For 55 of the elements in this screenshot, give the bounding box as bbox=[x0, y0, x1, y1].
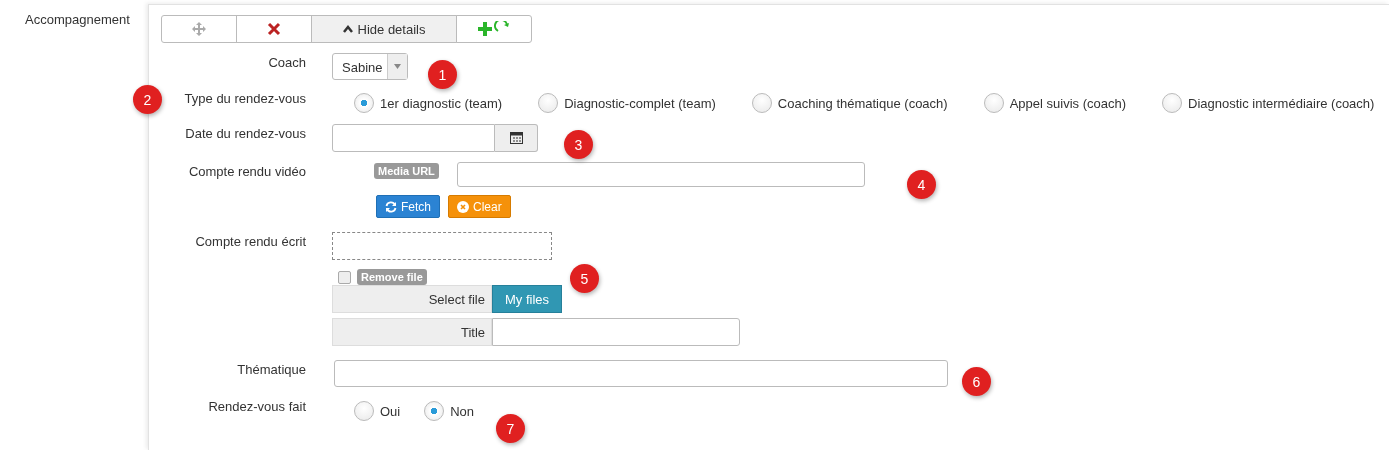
field-label: Date du rendez-vous bbox=[184, 125, 306, 143]
close-icon bbox=[267, 22, 281, 36]
file-drop-area[interactable] bbox=[332, 232, 552, 260]
delete-button[interactable] bbox=[236, 15, 312, 43]
field-label: Compte rendu écrit bbox=[194, 233, 306, 251]
radio-label: Appel suivis (coach) bbox=[1009, 95, 1126, 111]
field-label: Rendez-vous fait bbox=[207, 398, 306, 416]
step-marker: 6 bbox=[962, 367, 991, 396]
field-label: Type du rendez-vous bbox=[183, 90, 306, 108]
radio-button[interactable] bbox=[751, 93, 772, 113]
chevron-up-icon bbox=[342, 25, 353, 33]
media-url-tag: Media URL bbox=[374, 163, 439, 179]
field-label: Thématique bbox=[236, 361, 306, 379]
radio-button[interactable] bbox=[354, 93, 374, 113]
radio-button[interactable] bbox=[354, 401, 374, 421]
step-marker: 5 bbox=[570, 264, 599, 293]
remove-file-checkbox[interactable] bbox=[338, 270, 351, 284]
step-marker: 2 bbox=[133, 85, 162, 114]
move-icon bbox=[192, 22, 206, 36]
add-redo-icon bbox=[478, 21, 510, 37]
title-label: Title bbox=[332, 318, 492, 346]
radio-label: 1er diagnostic (team) bbox=[380, 95, 503, 111]
thematique-input[interactable] bbox=[334, 360, 948, 387]
radio-label: Coaching thématique (coach) bbox=[777, 95, 948, 111]
field-label: Coach bbox=[267, 54, 306, 72]
media-url-input[interactable] bbox=[456, 162, 865, 187]
step-marker: 7 bbox=[496, 414, 525, 443]
hide-details-button[interactable]: Hide details bbox=[311, 15, 457, 43]
step-marker: 4 bbox=[907, 170, 936, 199]
caret-icon bbox=[394, 64, 401, 69]
radio-label: Non bbox=[450, 403, 475, 419]
radio-button[interactable] bbox=[538, 93, 559, 113]
my-files-button[interactable]: My files bbox=[492, 285, 562, 313]
select-file-label: Select file bbox=[332, 285, 492, 313]
coach-select[interactable]: Sabine bbox=[332, 53, 408, 80]
date-input[interactable] bbox=[332, 124, 495, 152]
step-marker: 3 bbox=[564, 130, 593, 159]
add-button[interactable] bbox=[456, 15, 532, 43]
section-label: Accompagnement bbox=[25, 12, 130, 27]
radio-label: Oui bbox=[380, 403, 401, 419]
radio-button[interactable] bbox=[1162, 93, 1182, 113]
calendar-icon bbox=[509, 132, 523, 144]
radio-label: Diagnostic intermédiaire (coach) bbox=[1188, 95, 1375, 111]
refresh-icon bbox=[385, 200, 397, 213]
radio-label: Diagnostic-complet (team) bbox=[564, 95, 716, 111]
step-marker: 1 bbox=[428, 60, 457, 89]
radio-button[interactable] bbox=[424, 401, 445, 421]
fetch-button[interactable]: Fetch bbox=[376, 195, 440, 218]
calendar-button[interactable] bbox=[495, 124, 538, 152]
radio-button[interactable] bbox=[983, 93, 1004, 113]
close-circle-icon bbox=[457, 200, 469, 213]
remove-file-tag: Remove file bbox=[357, 269, 427, 285]
title-input[interactable] bbox=[492, 318, 740, 346]
field-label: Compte rendu vidéo bbox=[187, 163, 306, 181]
clear-button[interactable]: Clear bbox=[448, 195, 511, 218]
